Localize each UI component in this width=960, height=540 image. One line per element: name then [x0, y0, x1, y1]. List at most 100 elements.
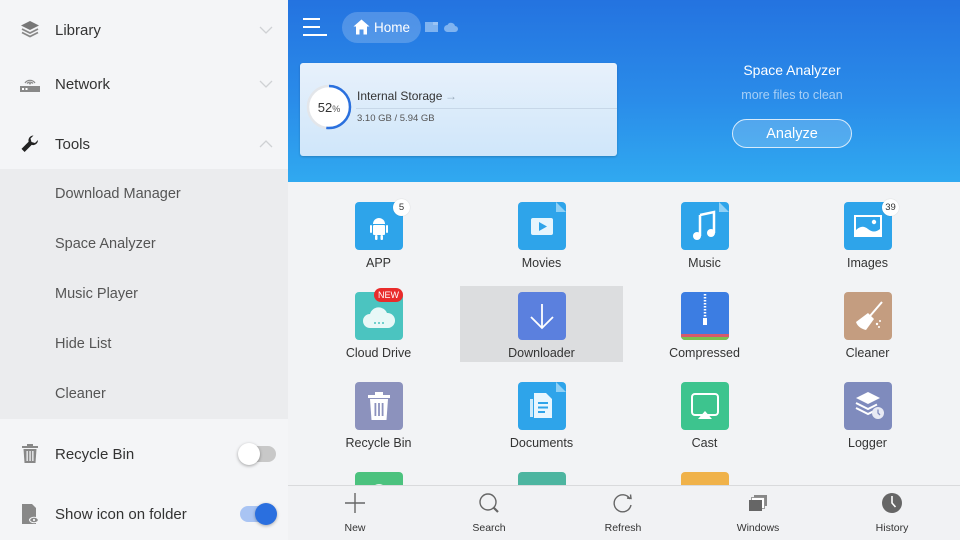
- tile-partial[interactable]: [460, 452, 623, 485]
- zip-icon: [681, 292, 729, 340]
- windows-button[interactable]: Windows: [713, 486, 803, 540]
- search-button[interactable]: Search: [444, 486, 534, 540]
- tile-label: Compressed: [669, 346, 740, 360]
- windows-stack-icon: [749, 495, 767, 511]
- setting-show-icon-on-folder: Show icon on folder: [0, 484, 288, 540]
- menu-button[interactable]: [303, 16, 327, 38]
- sd-card-icon[interactable]: [425, 22, 438, 33]
- tile-label: Logger: [848, 436, 887, 450]
- tile-partial[interactable]: [623, 452, 786, 485]
- tile-cloud-drive[interactable]: NEW Cloud Drive: [297, 272, 460, 360]
- tile-images[interactable]: 39 Images: [786, 182, 949, 270]
- tile-label: Images: [847, 256, 888, 270]
- header: Home 52% Internal Storage → 3.10 GB / 5.…: [288, 0, 960, 182]
- sidebar: Library Network Tools Download Manager S…: [0, 0, 288, 540]
- sidebar-item-label: Cleaner: [55, 386, 106, 402]
- video-file-icon: [518, 202, 566, 250]
- tile-compressed[interactable]: Compressed: [623, 272, 786, 360]
- sidebar-item-label: Space Analyzer: [55, 236, 156, 252]
- storage-size: 3.10 GB / 5.94 GB: [357, 113, 435, 124]
- plus-icon: [345, 493, 365, 513]
- sidebar-item-cleaner[interactable]: Cleaner: [0, 369, 288, 419]
- sidebar-section-library[interactable]: Library: [0, 0, 288, 60]
- sidebar-section-label: Network: [55, 75, 111, 93]
- sidebar-section-tools[interactable]: Tools: [0, 114, 288, 174]
- chevron-down-icon: [259, 26, 273, 34]
- cloud-icon[interactable]: [444, 22, 458, 32]
- breadcrumb-home[interactable]: Home: [342, 12, 421, 43]
- breadcrumb-home-label: Home: [374, 20, 411, 35]
- chevron-down-icon: [259, 80, 273, 88]
- category-grid: 5 APP Movies Music 39 Images NEW Cloud D…: [288, 182, 960, 485]
- wrench-icon: [19, 133, 41, 155]
- layers-icon: [19, 19, 41, 41]
- tile-label: Cast: [691, 436, 718, 450]
- bottom-toolbar: New Search Refresh Windows History: [288, 485, 960, 540]
- new-button[interactable]: New: [310, 486, 400, 540]
- tile-cast[interactable]: Cast: [623, 362, 786, 450]
- tile-music[interactable]: Music: [623, 182, 786, 270]
- log-layers-icon: [844, 382, 892, 430]
- refresh-icon: [613, 494, 632, 513]
- sidebar-item-hide-list[interactable]: Hide List: [0, 319, 288, 369]
- broom-icon: [844, 292, 892, 340]
- card-divider: [356, 108, 617, 109]
- sidebar-section-label: Tools: [55, 135, 91, 153]
- recycle-bin-toggle[interactable]: [238, 443, 276, 465]
- tile-downloader[interactable]: Downloader: [460, 286, 623, 362]
- download-arrow-icon: [518, 292, 566, 340]
- toggle-knob: [238, 443, 260, 465]
- tile-label: Documents: [509, 436, 574, 450]
- sidebar-section-network[interactable]: Network: [0, 54, 288, 114]
- clock-icon: [882, 493, 902, 513]
- space-analyzer-title: Space Analyzer: [743, 62, 841, 78]
- tile-partial[interactable]: [297, 452, 460, 485]
- refresh-button[interactable]: Refresh: [578, 486, 668, 540]
- toggle-knob: [255, 503, 277, 525]
- analyze-button[interactable]: Analyze: [732, 119, 852, 148]
- setting-label: Recycle Bin: [55, 445, 135, 463]
- partial-tile-icon: [355, 472, 403, 485]
- history-button[interactable]: History: [847, 486, 937, 540]
- tile-label: Downloader: [508, 346, 575, 360]
- sidebar-item-label: Hide List: [55, 336, 112, 352]
- file-eye-icon: [19, 503, 41, 525]
- tile-label: APP: [365, 256, 391, 270]
- music-file-icon: [681, 202, 729, 250]
- toolbar-label: Windows: [736, 522, 780, 534]
- menu-line: [303, 18, 320, 20]
- sidebar-item-download-manager[interactable]: Download Manager: [0, 169, 288, 219]
- storage-percent: 52%: [306, 84, 352, 130]
- tile-label: Cloud Drive: [345, 346, 412, 360]
- home-icon: [353, 19, 370, 35]
- show-icon-toggle[interactable]: [240, 503, 277, 525]
- sidebar-item-space-analyzer[interactable]: Space Analyzer: [0, 219, 288, 269]
- storage-percent-value: 52: [317, 99, 333, 115]
- tile-movies[interactable]: Movies: [460, 182, 623, 270]
- tile-cleaner[interactable]: Cleaner: [786, 272, 949, 360]
- sidebar-section-label: Library: [55, 21, 101, 39]
- sidebar-item-music-player[interactable]: Music Player: [0, 269, 288, 319]
- chevron-up-icon: [259, 140, 273, 148]
- arrow-right-icon: →: [445, 89, 457, 103]
- tile-logger[interactable]: Logger: [786, 362, 949, 450]
- partial-tile-icon: [518, 472, 566, 485]
- tile-label: Cleaner: [845, 346, 890, 360]
- menu-line: [303, 34, 327, 36]
- space-analyzer-subtitle: more files to clean: [741, 88, 843, 102]
- storage-title: Internal Storage: [357, 89, 443, 103]
- tile-label: Movies: [521, 256, 562, 270]
- sidebar-item-label: Download Manager: [55, 186, 181, 202]
- setting-label: Show icon on folder: [55, 505, 187, 523]
- toolbar-label: History: [875, 522, 909, 534]
- new-badge: NEW: [374, 288, 403, 302]
- tile-recycle-bin[interactable]: Recycle Bin: [297, 362, 460, 450]
- sidebar-item-label: Music Player: [55, 286, 138, 302]
- tile-documents[interactable]: Documents: [460, 362, 623, 450]
- tile-label: Music: [688, 256, 721, 270]
- tile-app[interactable]: 5 APP: [297, 182, 460, 270]
- count-badge: 39: [882, 199, 899, 216]
- setting-recycle-bin: Recycle Bin: [0, 424, 288, 484]
- internal-storage-card[interactable]: 52% Internal Storage → 3.10 GB / 5.94 GB: [300, 63, 617, 156]
- document-icon: [518, 382, 566, 430]
